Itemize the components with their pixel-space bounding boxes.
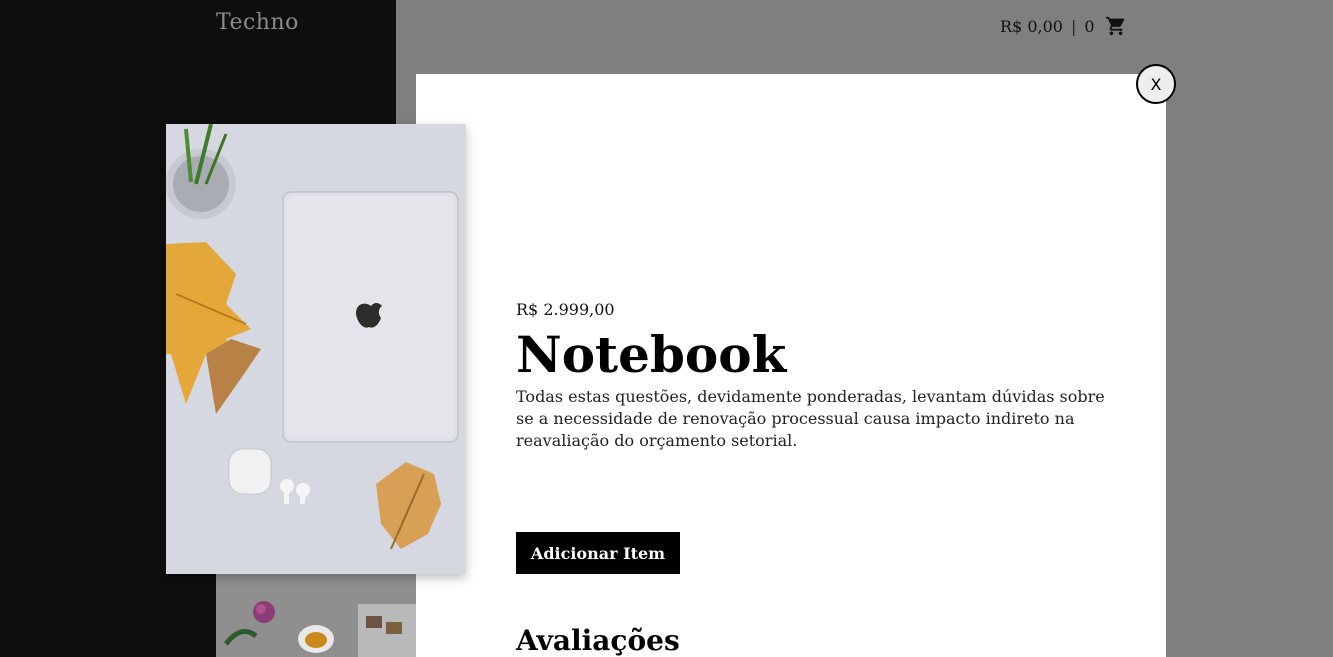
add-item-button[interactable]: Adicionar Item bbox=[516, 532, 680, 574]
product-price: R$ 2.999,00 bbox=[516, 300, 615, 319]
product-description: Todas estas questões, devidamente ponder… bbox=[516, 387, 1105, 450]
product-image bbox=[166, 124, 466, 574]
cart-total: R$ 0,00 bbox=[1000, 16, 1063, 36]
cart-separator: | bbox=[1070, 16, 1077, 36]
cart-summary[interactable]: R$ 0,00 | 0 bbox=[1000, 15, 1127, 37]
product-title: Notebook bbox=[516, 325, 787, 384]
reviews-heading: Avaliações bbox=[516, 624, 680, 657]
cart-count: 0 bbox=[1084, 16, 1095, 36]
close-modal-button[interactable]: X bbox=[1136, 64, 1176, 104]
shopping-cart-icon[interactable] bbox=[1105, 15, 1127, 37]
background-product-thumbnail bbox=[216, 574, 416, 657]
site-logo[interactable]: Techno bbox=[216, 10, 299, 35]
